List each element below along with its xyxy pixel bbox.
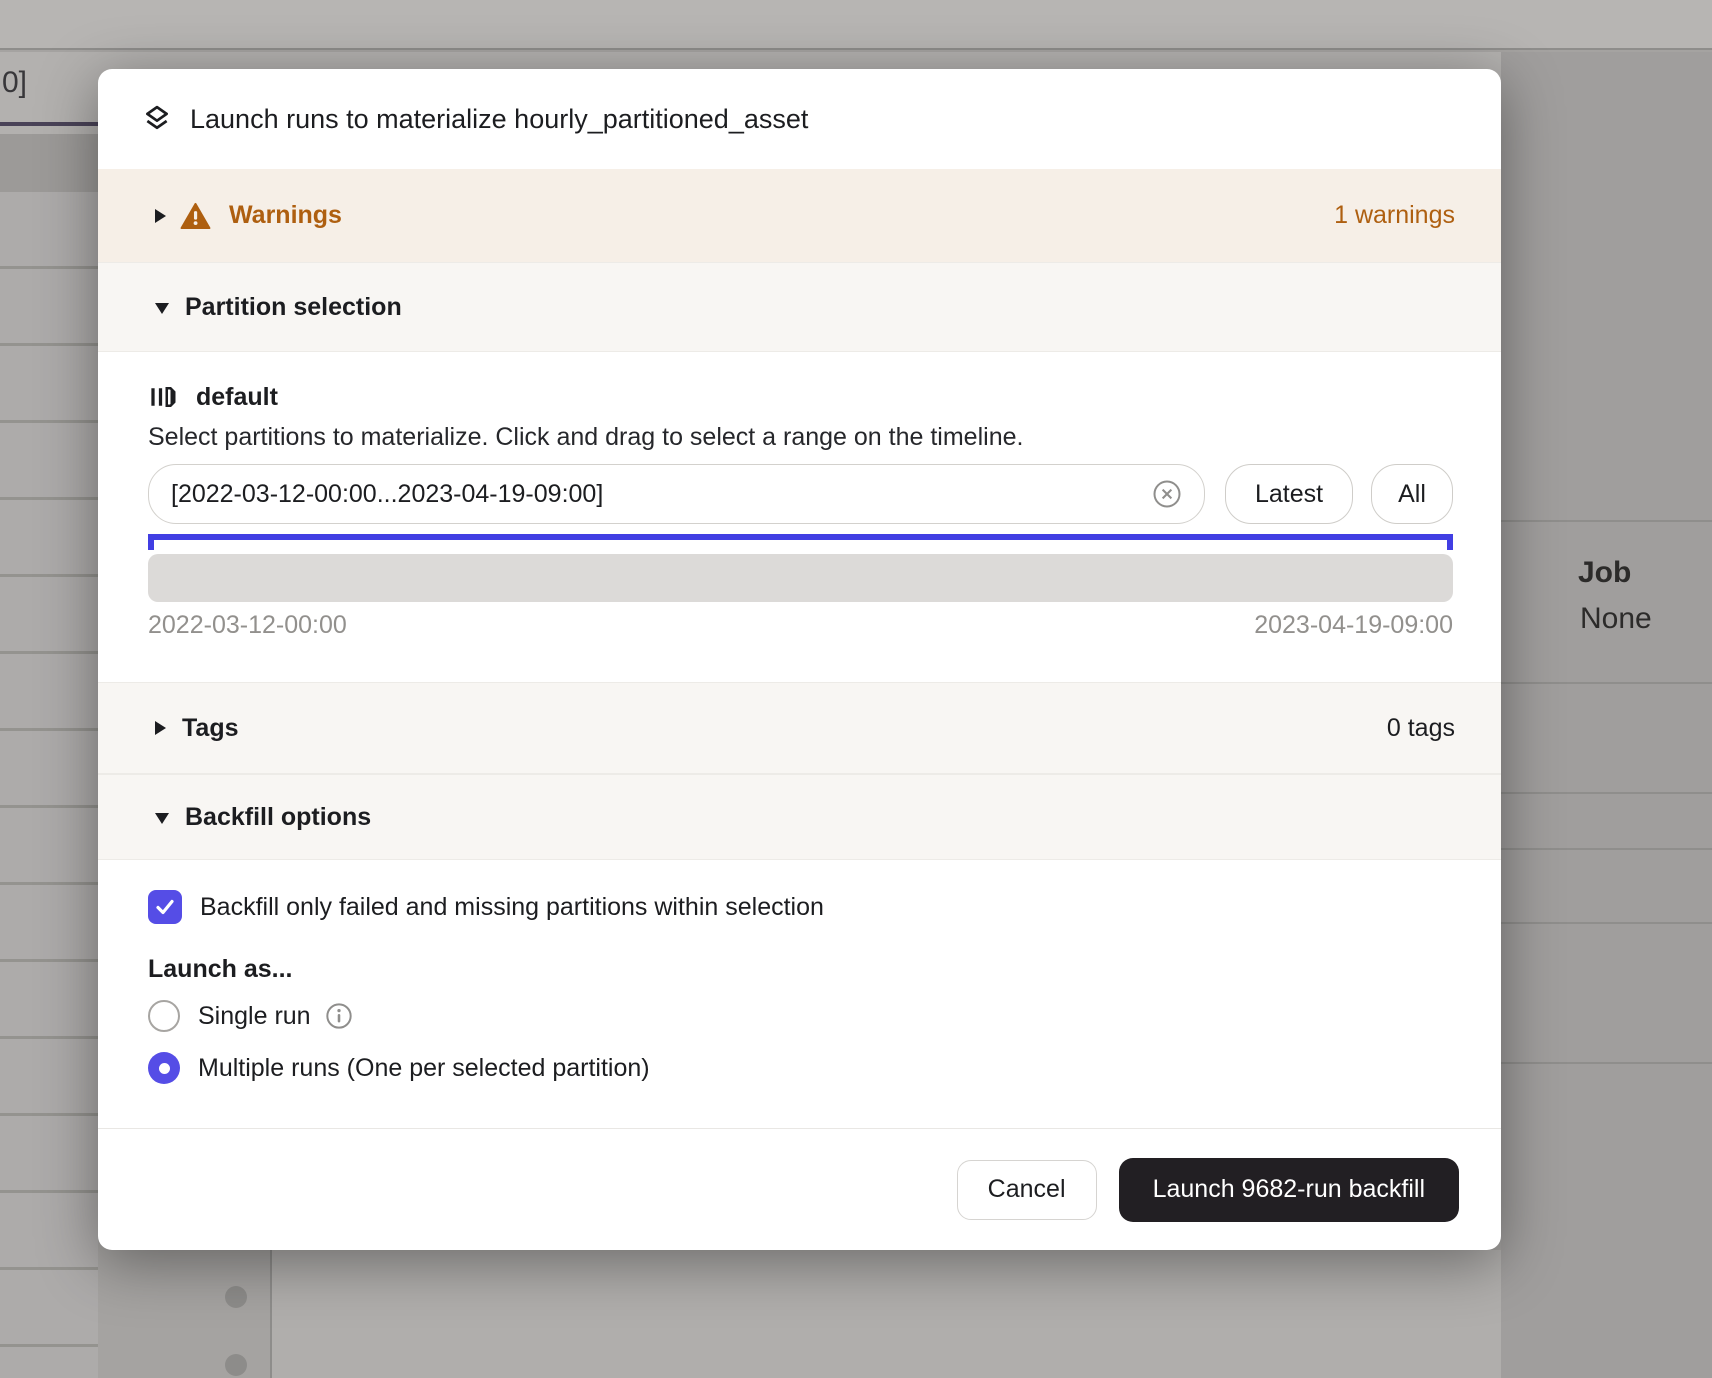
partition-range-input[interactable] <box>171 480 1152 509</box>
chevron-down-icon <box>155 303 169 314</box>
launch-backfill-button[interactable]: Launch 9682-run backfill <box>1119 1158 1459 1222</box>
timeline-start-label: 2022-03-12-00:00 <box>148 610 347 640</box>
checkbox-label: Backfill only failed and missing partiti… <box>200 893 824 922</box>
backdrop-status-dot <box>225 1286 247 1308</box>
backdrop-row-line <box>1501 922 1712 924</box>
backdrop-row-line <box>1501 792 1712 794</box>
radio-unselected-icon <box>148 1000 180 1032</box>
dialog-titlebar: Launch runs to materialize hourly_partit… <box>98 69 1501 169</box>
radio-label: Multiple runs (One per selected partitio… <box>198 1054 650 1083</box>
multiple-runs-radio[interactable]: Multiple runs (One per selected partitio… <box>148 1052 1453 1084</box>
launch-as-label: Launch as... <box>148 954 1453 984</box>
info-icon[interactable] <box>325 1002 353 1030</box>
partition-set-icon <box>148 382 178 412</box>
warnings-label: Warnings <box>229 201 342 230</box>
backdrop-partial-text: 0] <box>2 66 27 100</box>
radio-selected-icon <box>148 1052 180 1084</box>
cancel-button[interactable]: Cancel <box>957 1160 1097 1220</box>
tags-header: Tags <box>182 714 239 743</box>
backdrop-bottom-panel <box>270 1250 1501 1378</box>
dialog-title: Launch runs to materialize hourly_partit… <box>190 104 808 135</box>
backdrop-job-column-value: None <box>1580 602 1652 636</box>
checkbox-checked-icon <box>148 890 182 924</box>
tags-count: 0 tags <box>1387 714 1455 743</box>
backdrop-row-line <box>1501 520 1712 522</box>
tags-section-toggle[interactable]: Tags 0 tags <box>98 682 1501 774</box>
backdrop-job-column-header: Job <box>1578 556 1631 590</box>
clear-selection-icon[interactable] <box>1152 479 1182 509</box>
warnings-section-toggle[interactable]: Warnings 1 warnings <box>98 169 1501 262</box>
partition-selection-body: default Select partitions to materialize… <box>98 352 1501 682</box>
backdrop-row-line <box>1501 1062 1712 1064</box>
backfill-options-body: Backfill only failed and missing partiti… <box>98 860 1501 1128</box>
radio-label: Single run <box>198 1002 311 1031</box>
warnings-count: 1 warnings <box>1334 201 1455 230</box>
backdrop-column-divider <box>270 1250 272 1378</box>
partition-timeline[interactable] <box>148 554 1453 602</box>
warning-triangle-icon <box>180 202 211 230</box>
chevron-right-icon <box>155 209 166 223</box>
materialize-layers-icon <box>140 102 174 136</box>
all-button[interactable]: All <box>1371 464 1453 524</box>
partition-selection-header: Partition selection <box>185 293 402 322</box>
partition-selection-toggle[interactable]: Partition selection <box>98 262 1501 352</box>
partition-range-field <box>148 464 1205 524</box>
backdrop-dark-band <box>0 134 98 192</box>
timeline-end-label: 2023-04-19-09:00 <box>1254 610 1453 640</box>
selected-range-bracket[interactable] <box>148 534 1453 550</box>
backfill-only-failed-checkbox[interactable]: Backfill only failed and missing partiti… <box>148 890 1453 924</box>
backdrop-row-line <box>1501 848 1712 850</box>
latest-button[interactable]: Latest <box>1225 464 1353 524</box>
launch-backfill-dialog: Launch runs to materialize hourly_partit… <box>98 69 1501 1250</box>
backdrop-row-line <box>1501 682 1712 684</box>
backfill-options-toggle[interactable]: Backfill options <box>98 774 1501 860</box>
backdrop-status-dot <box>225 1354 247 1376</box>
chevron-right-icon <box>155 721 166 735</box>
backdrop-table-rows-left <box>0 192 98 1378</box>
single-run-radio[interactable]: Single run <box>148 1000 1453 1032</box>
backdrop-table-right <box>1501 52 1712 1378</box>
backdrop-top-band <box>0 0 1712 50</box>
chevron-down-icon <box>155 813 169 824</box>
backfill-options-header: Backfill options <box>185 803 371 832</box>
dialog-footer: Cancel Launch 9682-run backfill <box>98 1128 1501 1250</box>
backdrop-focus-underline <box>0 122 98 126</box>
dimension-name: default <box>196 383 278 412</box>
partition-help-text: Select partitions to materialize. Click … <box>148 422 1453 452</box>
